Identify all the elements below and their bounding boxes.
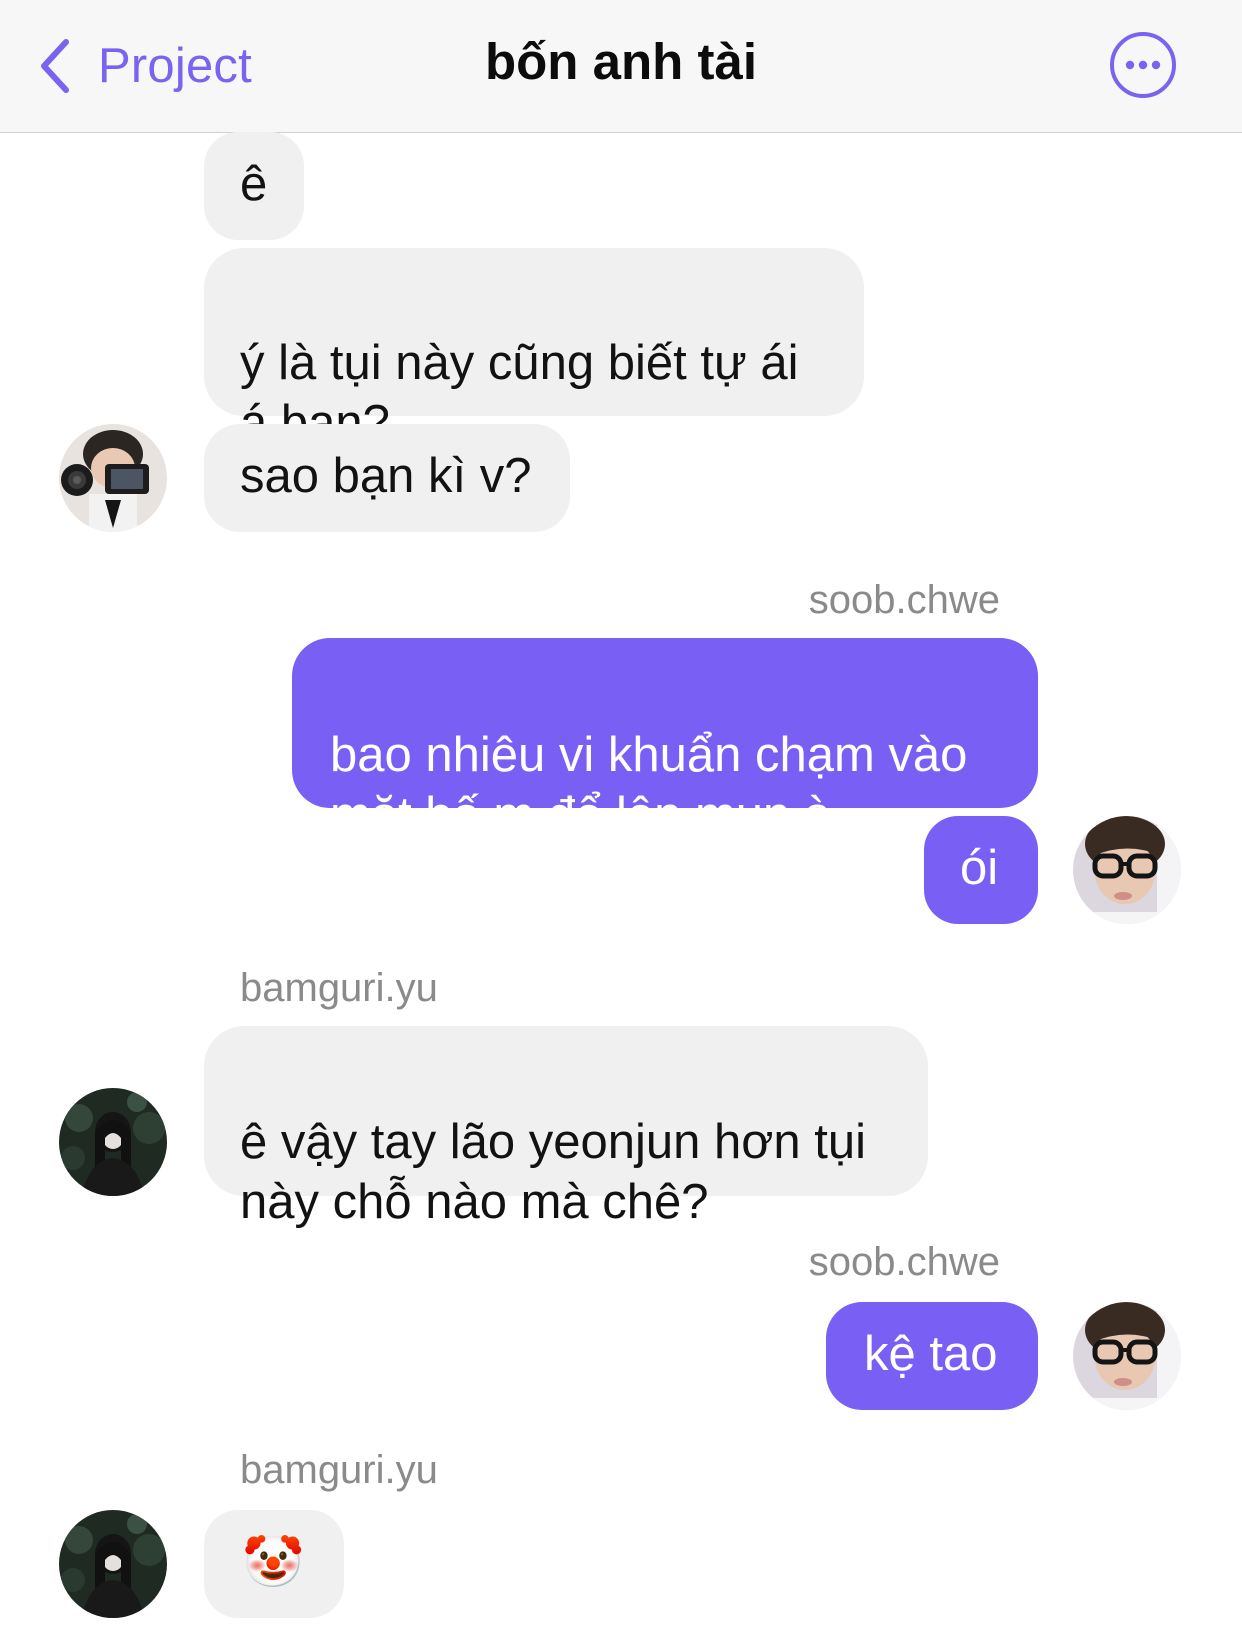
- message-text: ói: [960, 841, 999, 895]
- message-text: kệ tao: [864, 1327, 998, 1381]
- avatar[interactable]: [1073, 816, 1181, 924]
- chat-title: bốn anh tài: [485, 33, 757, 90]
- chat-header: Project bốn anh tài: [0, 0, 1242, 133]
- sender-name: bamguri.yu: [240, 1448, 438, 1492]
- message-text: ê vậy tay lão yeonjun hơn tụi này chỗ nà…: [240, 1115, 866, 1229]
- message-bubble[interactable]: ê vậy tay lão yeonjun hơn tụi này chỗ nà…: [204, 1026, 928, 1229]
- avatar[interactable]: [59, 1510, 167, 1618]
- clown-face-emoji-icon: 🤡: [242, 1534, 305, 1590]
- sender-name: soob.chwe: [808, 1240, 1000, 1284]
- message-text: ê: [240, 157, 268, 211]
- message-bubble[interactable]: kệ tao: [826, 1302, 1038, 1410]
- message-bubble[interactable]: bao nhiêu vi khuẩn chạm vào mặt bố m để …: [292, 638, 1038, 842]
- message-bubble[interactable]: 🤡: [204, 1510, 344, 1618]
- avatar[interactable]: [59, 424, 167, 532]
- message-bubble[interactable]: ê: [204, 132, 304, 240]
- avatar[interactable]: [1073, 1302, 1181, 1410]
- message-text: bao nhiêu vi khuẩn chạm vào mặt bố m để …: [330, 728, 968, 842]
- message-bubble[interactable]: ý là tụi này cũng biết tự ái á bạn?: [204, 248, 864, 450]
- sender-name: soob.chwe: [808, 578, 1000, 622]
- sender-name: bamguri.yu: [240, 966, 438, 1010]
- more-icon: [1110, 32, 1176, 98]
- avatar[interactable]: [59, 1088, 167, 1196]
- message-bubble[interactable]: sao bạn kì v?: [204, 424, 570, 532]
- message-text: sao bạn kì v?: [240, 449, 532, 503]
- message-bubble[interactable]: ói: [924, 816, 1038, 924]
- more-options-button[interactable]: [1108, 30, 1178, 100]
